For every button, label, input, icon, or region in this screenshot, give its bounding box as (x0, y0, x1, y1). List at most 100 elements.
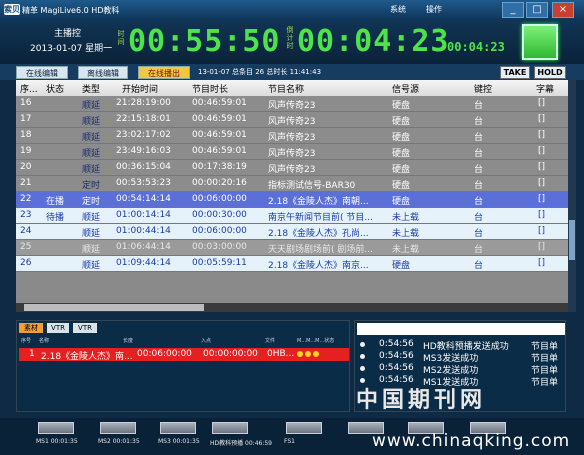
col-name[interactable]: 节目名称 (268, 82, 304, 95)
cell-sub: [] (538, 242, 546, 252)
scroll-thumb[interactable] (24, 304, 204, 311)
cell-type: 定时 (82, 197, 101, 207)
message-row: 0:54:56 MS2发送成功 节目单 (357, 363, 565, 376)
device-icon[interactable] (212, 422, 248, 434)
table-row[interactable]: 16 顺延 21:28:19:00 00:46:59:01 风声传奇23 硬盘 台 [] (16, 96, 568, 112)
cell-name: 风声传奇23 (268, 117, 316, 127)
minimize-button[interactable]: _ (502, 2, 524, 18)
menu-operation[interactable]: 操作 (426, 4, 442, 15)
cell-state: 在播 (46, 197, 65, 207)
time-label-char: 时 (117, 30, 125, 38)
cell-no: 16 (20, 98, 32, 108)
cell-name: 风声传奇23 (268, 133, 316, 143)
cell-start: 00:53:53:23 (116, 178, 171, 188)
cell-key: 台 (474, 101, 484, 111)
cell-type: 顺延 (82, 213, 101, 223)
table-row[interactable]: 21 定时 00:53:53:23 00:00:20:16 指标测试信号-BAR30 硬盘… (16, 176, 568, 192)
col-type[interactable]: 类型 (82, 82, 100, 95)
cell-src: 硬盘 (392, 181, 411, 191)
table-row[interactable]: 24 顺延 01:00:44:14 00:06:00:00 2.18《金陵人杰》孔尚..… (16, 224, 568, 240)
close-button[interactable]: × (552, 2, 574, 18)
table-row[interactable]: 17 顺延 22:15:18:01 00:46:59:01 风声传奇23 硬盘 台 [] (16, 112, 568, 128)
col-key[interactable]: 键控 (474, 82, 492, 95)
tab-online-playout[interactable]: 在线播出 (138, 66, 190, 79)
countdown-label-char: 时 (286, 42, 294, 50)
cell-dur: 00:00:30:00 (192, 210, 247, 220)
cell-start: 23:02:17:02 (116, 130, 171, 140)
cell-sub: [] (538, 114, 546, 124)
device-icon[interactable] (160, 422, 196, 434)
device-icon[interactable] (38, 422, 74, 434)
tab-offline-edit[interactable]: 离线编辑 (78, 66, 128, 79)
maximize-button[interactable]: □ (526, 2, 548, 18)
device-icon[interactable] (100, 422, 136, 434)
cell-name: 风声传奇23 (268, 149, 316, 159)
watermark-text: 中国期刊网 (356, 387, 487, 413)
material-panel: 素材 VTR VTR 序号 名称 长度 入点 文件 M...M...M...状态… (16, 320, 350, 412)
watermark-url: www.chinaqking.com (372, 431, 571, 451)
table-row[interactable]: 23 待播 顺延 01:00:14:14 00:00:30:00 南京午新闻节目前( 节目… (16, 208, 568, 224)
cell-sub: [] (538, 130, 546, 140)
col-duration[interactable]: 节目时长 (192, 82, 228, 95)
cell-sub: [] (538, 226, 546, 236)
col-start[interactable]: 开始时间 (122, 82, 158, 95)
cell-type: 顺延 (82, 133, 101, 143)
cell-key: 台 (474, 197, 484, 207)
cell-key: 台 (474, 229, 484, 239)
table-row[interactable]: 22 在播 定时 00:54:14:14 00:06:00:00 2.18《金陵人杰》南朝… (16, 192, 568, 208)
col-state[interactable]: 状态 (46, 82, 64, 95)
tab-vtr-1[interactable]: VTR (47, 323, 69, 333)
take-button[interactable]: TAKE (500, 66, 530, 79)
device-icon[interactable] (286, 422, 322, 434)
cell-name: 2.18《金陵人杰》孔尚... (268, 229, 369, 239)
control-mode: 主播控 (54, 29, 82, 39)
tab-vtr-2[interactable]: VTR (73, 323, 97, 333)
scroll-thumb[interactable] (569, 220, 575, 260)
cell-src: 硬盘 (392, 101, 411, 111)
tab-material[interactable]: 素材 (19, 323, 43, 333)
device-label: FS1 (284, 438, 295, 445)
cell-type: 顺延 (82, 229, 101, 239)
col-length: 长度 (123, 338, 134, 344)
horizontal-scrollbar[interactable] (16, 303, 568, 312)
cell-sub: [] (538, 146, 546, 156)
cell-start: 01:09:44:14 (116, 258, 171, 268)
col-source[interactable]: 信号源 (392, 82, 419, 95)
cell-start: 22:15:18:01 (116, 114, 171, 124)
cell-dur: 00:06:00:00 (192, 194, 247, 204)
status-dot-icon (297, 351, 303, 357)
bullet-icon (360, 342, 365, 347)
cell-name: 天天剧场剧场前( 剧场前... (268, 245, 373, 255)
message-tag: 节目单 (531, 378, 559, 388)
cell-start: 00:36:15:04 (116, 162, 171, 172)
table-row[interactable]: 26 顺延 01:09:44:14 00:05:59:11 2.18《金陵人杰》南京..… (16, 256, 568, 272)
cell-no: 26 (20, 258, 32, 268)
hold-button[interactable]: HOLD (534, 66, 566, 79)
cell-type: 顺延 (82, 245, 101, 255)
material-row[interactable]: 1 2.18《金陵人杰》南... 00:06:00:00 00:00:00:00… (19, 348, 349, 362)
cell-dur: 00:46:59:01 (192, 130, 247, 140)
cell-no: 18 (20, 130, 32, 140)
cell-key: 台 (474, 213, 484, 223)
time-label-char: 间 (117, 38, 125, 46)
col-file: 文件 (265, 338, 276, 344)
cell-dur: 00:06:00:00 (192, 226, 247, 236)
message-filter-input[interactable] (357, 323, 565, 335)
table-row[interactable]: 19 顺延 23:49:16:03 00:46:59:01 风声传奇23 硬盘 台 [] (16, 144, 568, 160)
cell-no: 24 (20, 226, 32, 236)
table-row[interactable]: 20 顺延 00:36:15:04 00:17:38:19 风声传奇23 硬盘 台 [] (16, 160, 568, 176)
brand-text: 索贝 (4, 5, 20, 14)
table-row[interactable]: 25 顺延 01:06:44:14 00:03:00:00 天天剧场剧场前( 剧场前..… (16, 240, 568, 256)
cell-no: 25 (20, 242, 32, 252)
vertical-scrollbar[interactable] (568, 80, 576, 312)
cell-no: 17 (20, 114, 32, 124)
cell-no: 22 (20, 194, 32, 204)
row-name: 2.18《金陵人杰》南... (41, 352, 133, 362)
table-row[interactable]: 18 顺延 23:02:17:02 00:46:59:01 风声传奇23 硬盘 台 [] (16, 128, 568, 144)
col-subtitle[interactable]: 字幕 (536, 82, 554, 95)
menu-system[interactable]: 系统 (390, 4, 406, 15)
row-no: 1 (29, 349, 35, 359)
tab-online-edit[interactable]: 在线编辑 (16, 66, 68, 79)
col-no[interactable]: 序... (20, 82, 38, 95)
cell-key: 台 (474, 117, 484, 127)
